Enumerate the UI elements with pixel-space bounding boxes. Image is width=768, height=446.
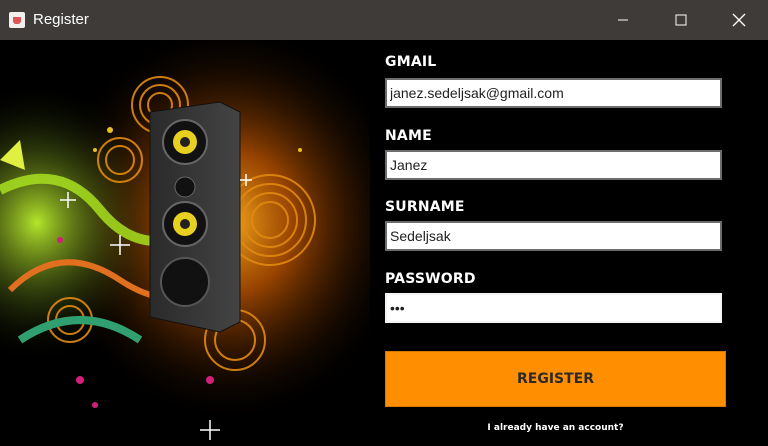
minimize-button[interactable] (594, 0, 652, 40)
name-input[interactable] (385, 150, 722, 180)
maximize-button[interactable] (652, 0, 710, 40)
close-button[interactable] (710, 0, 768, 40)
maximize-icon (675, 14, 687, 26)
register-form: GMAIL NAME SURNAME PASSWORD REGISTER I a… (385, 40, 730, 446)
login-link[interactable]: I already have an account? (385, 423, 726, 433)
minimize-icon (618, 19, 628, 21)
name-label: NAME (385, 128, 432, 144)
speaker-music-art-image (0, 40, 370, 446)
title-bar: Register (0, 0, 768, 40)
password-input[interactable] (385, 293, 722, 323)
java-cup-icon (9, 12, 25, 28)
gmail-input[interactable] (385, 78, 722, 108)
register-button[interactable]: REGISTER (385, 351, 726, 407)
surname-label: SURNAME (385, 199, 465, 215)
password-label: PASSWORD (385, 271, 476, 287)
gmail-label: GMAIL (385, 54, 437, 70)
surname-input[interactable] (385, 221, 722, 251)
window-title: Register (33, 11, 89, 28)
close-icon (732, 13, 746, 27)
